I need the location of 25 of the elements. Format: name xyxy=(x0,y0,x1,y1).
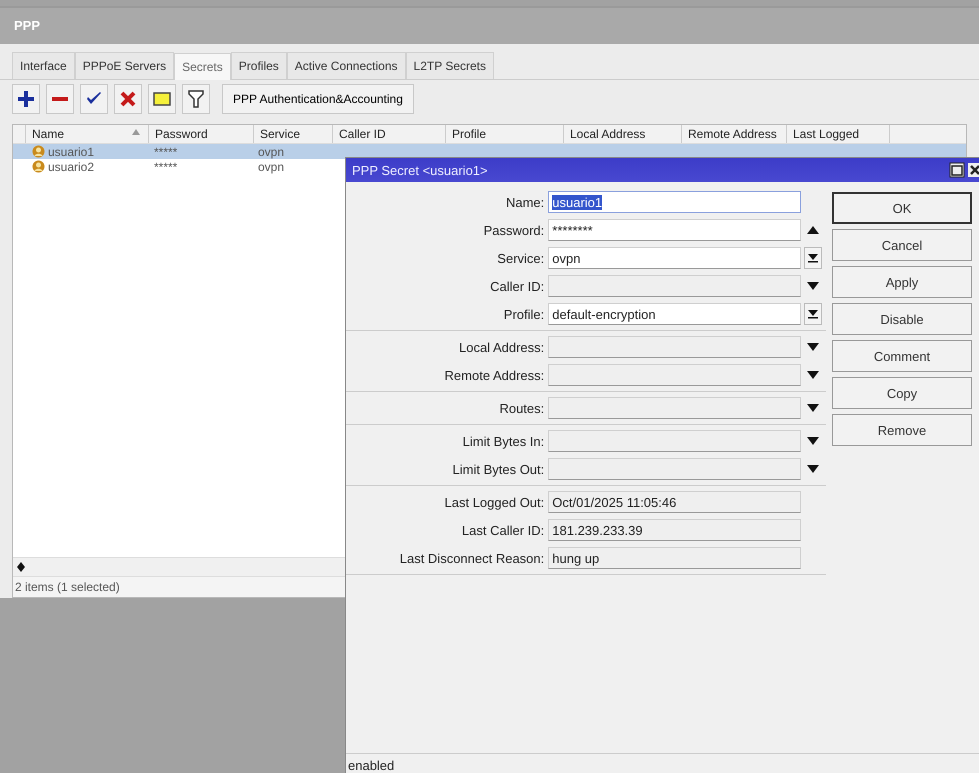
field-label: Profile: xyxy=(502,306,546,322)
readonly-field: 181.239.233.39 xyxy=(548,519,801,541)
table-cell: ovpn xyxy=(258,160,284,174)
readonly-field: Oct/01/2025 11:05:46 xyxy=(548,491,801,513)
field-label: Password: xyxy=(482,222,546,238)
table-cell: usuario2 xyxy=(48,160,94,174)
field-label: Limit Bytes Out: xyxy=(452,462,546,476)
status-text: enabled xyxy=(346,753,979,773)
field-label: Routes: xyxy=(498,400,546,416)
field-label: Last Logged Out: xyxy=(444,494,546,510)
field-label: Local Address: xyxy=(458,340,546,354)
field-label: Limit Bytes In: xyxy=(462,434,546,448)
field-label: Remote Address: xyxy=(444,368,546,382)
dialog-title: PPP Secret <usuario1> xyxy=(352,162,488,178)
table-cell: ***** xyxy=(154,144,178,158)
table-cell: usuario1 xyxy=(48,144,94,158)
table-cell: ovpn xyxy=(258,144,284,158)
field-label: Last Caller ID: xyxy=(460,522,546,538)
window-title: PPP xyxy=(0,8,979,44)
field-label: Name: xyxy=(504,194,546,210)
readonly-field: hung up xyxy=(548,547,801,569)
field-label: Service: xyxy=(496,250,546,266)
field-label: Caller ID: xyxy=(489,278,546,294)
table-cell: ***** xyxy=(154,160,178,174)
field-label: Last Disconnect Reason: xyxy=(398,550,546,566)
